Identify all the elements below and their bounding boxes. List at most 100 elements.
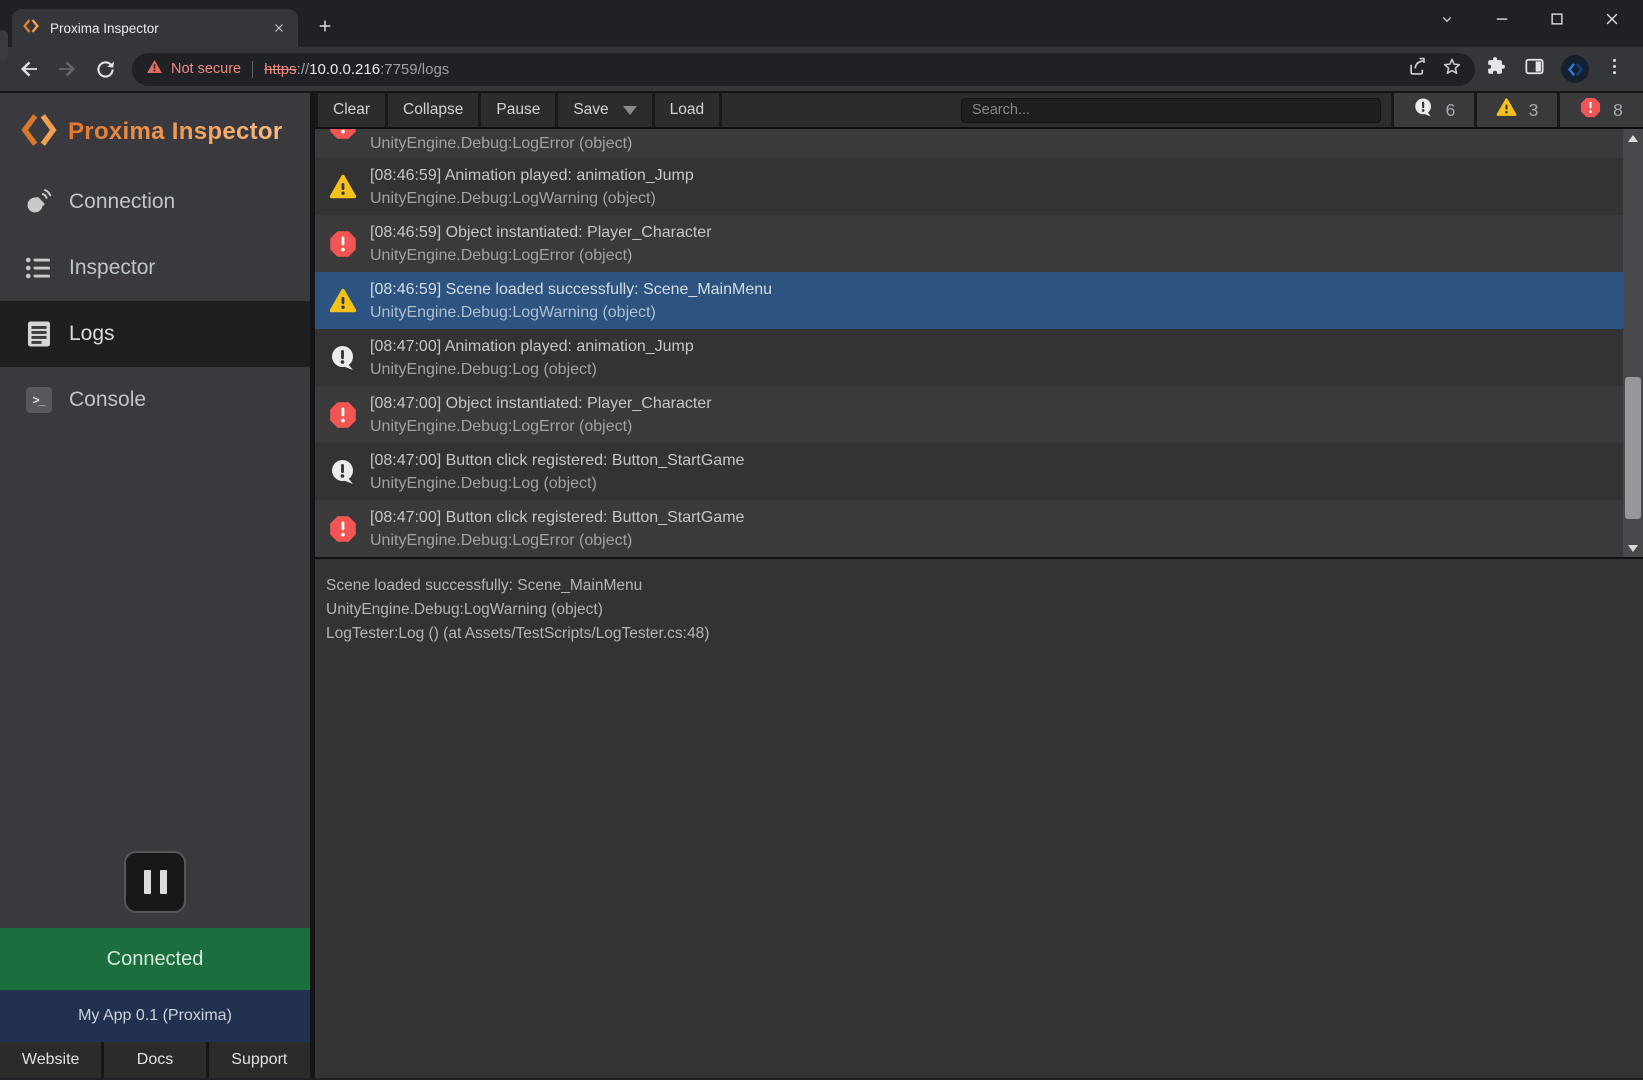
window-corner-notch (0, 30, 8, 60)
collapse-button[interactable]: Collapse (388, 93, 481, 127)
url-text[interactable]: https://10.0.0.216:7759/logs (264, 61, 1407, 78)
error-icon (329, 401, 357, 429)
url-separator: :// (297, 61, 310, 78)
log-row[interactable]: [08:46:59] Scene loaded successfully: Sc… (315, 272, 1643, 329)
list-icon (25, 254, 52, 282)
url-scheme: https (264, 61, 297, 78)
error-count: 8 (1613, 100, 1623, 121)
back-icon[interactable] (16, 56, 42, 82)
footer-link-docs[interactable]: Docs (104, 1042, 208, 1078)
forward-icon[interactable] (54, 56, 80, 82)
error-filter-button[interactable]: 8 (1560, 93, 1643, 127)
log-stacktrace: UnityEngine.Debug:LogError (object) (370, 132, 632, 155)
scrollbar-down-arrow[interactable] (1623, 540, 1643, 556)
clear-button[interactable]: Clear (315, 93, 388, 127)
error-octagon-icon (1580, 97, 1601, 123)
close-window-button[interactable] (1600, 7, 1624, 31)
tab-title: Proxima Inspector (50, 21, 270, 36)
proxima-inspector-app: Proxima Inspector Connection (0, 93, 1643, 1078)
pause-button[interactable]: Pause (481, 93, 558, 127)
info-filter-button[interactable]: 6 (1394, 93, 1477, 127)
proxima-logo-icon (20, 111, 58, 154)
log-row[interactable]: [08:47:00] Button click registered: Butt… (315, 500, 1643, 557)
log-entry-text: [08:47:00] Button click registered: Butt… (370, 506, 744, 552)
app-logo: Proxima Inspector (20, 109, 310, 155)
share-icon[interactable] (1407, 56, 1429, 83)
save-button[interactable]: Save (558, 93, 654, 127)
log-stacktrace: UnityEngine.Debug:LogError (object) (370, 529, 744, 552)
address-bar[interactable]: Not secure https://10.0.0.216:7759/logs (132, 53, 1475, 86)
sidebar-item-connection[interactable]: Connection (0, 169, 310, 235)
log-entry-text: [08:46:59] Object instantiated: Player_C… (370, 221, 712, 267)
omnibox-divider (252, 61, 253, 78)
save-dropdown-caret-icon[interactable] (623, 106, 637, 115)
favicon-proxima-icon (22, 17, 40, 40)
info-count: 6 (1446, 100, 1456, 121)
not-secure-warning-icon (146, 59, 163, 79)
log-row[interactable]: [08:47:00] Object instantiated: Player_C… (315, 386, 1643, 443)
warning-filter-button[interactable]: 3 (1477, 93, 1560, 127)
log-entry-text: UnityEngine.Debug:LogError (object) (370, 129, 632, 155)
log-stacktrace: UnityEngine.Debug:LogError (object) (370, 415, 712, 438)
not-secure-label[interactable]: Not secure (171, 61, 241, 77)
sidebar-item-logs[interactable]: Logs (0, 301, 310, 367)
log-stacktrace: UnityEngine.Debug:LogWarning (object) (370, 301, 772, 324)
sidebar-nav: Connection Inspector (0, 169, 310, 433)
footer-link-website[interactable]: Website (0, 1042, 104, 1078)
browser-toolbar: Not secure https://10.0.0.216:7759/logs (0, 47, 1643, 93)
warning-icon (329, 173, 357, 201)
pause-icon (160, 870, 167, 894)
log-entry-text: [08:46:59] Animation played: animation_J… (370, 164, 694, 210)
document-icon (25, 320, 52, 348)
search-zone (722, 93, 1394, 127)
browser-tab[interactable]: Proxima Inspector (12, 9, 298, 47)
log-message: [08:47:00] Object instantiated: Player_C… (370, 392, 712, 415)
minimize-button[interactable] (1490, 7, 1514, 31)
log-row[interactable]: [08:46:59] Animation played: animation_J… (315, 158, 1643, 215)
log-entry-text: [08:47:00] Object instantiated: Player_C… (370, 392, 712, 438)
sidebar-spacer (0, 433, 310, 851)
url-host: 10.0.0.216 (309, 61, 380, 78)
save-button-label: Save (573, 101, 608, 119)
log-entry-text: [08:47:00] Animation played: animation_J… (370, 335, 694, 381)
log-row[interactable]: [08:47:00] Button click registered: Butt… (315, 443, 1643, 500)
info-icon (329, 458, 357, 486)
search-input[interactable] (961, 98, 1381, 123)
maximize-button[interactable] (1545, 7, 1569, 31)
reload-icon[interactable] (92, 56, 118, 82)
extensions-puzzle-icon[interactable] (1485, 55, 1508, 83)
log-row[interactable]: [08:46:59] Object instantiated: Player_C… (315, 215, 1643, 272)
side-panel-icon[interactable] (1523, 55, 1546, 83)
tab-search-chevron-icon[interactable] (1435, 7, 1459, 31)
sidebar-item-console[interactable]: >_ Console (0, 367, 310, 433)
log-message: [08:46:59] Animation played: animation_J… (370, 164, 694, 187)
sidebar-item-inspector[interactable]: Inspector (0, 235, 310, 301)
url-path: :7759/logs (380, 61, 449, 78)
log-row[interactable]: UnityEngine.Debug:LogError (object) (315, 129, 1643, 158)
bookmark-star-icon[interactable] (1441, 56, 1463, 83)
sidebar-footer: Website Docs Support (0, 1042, 310, 1078)
scrollbar-thumb[interactable] (1625, 377, 1641, 519)
log-message: [08:47:00] Button click registered: Butt… (370, 449, 744, 472)
window-controls (1435, 7, 1624, 31)
browser-actions (1485, 55, 1625, 83)
log-message: [08:46:59] Scene loaded successfully: Sc… (370, 278, 772, 301)
log-stacktrace: UnityEngine.Debug:Log (object) (370, 472, 744, 495)
sidebar-item-label: Inspector (69, 256, 155, 280)
load-button[interactable]: Load (655, 93, 722, 127)
detail-line: UnityEngine.Debug:LogWarning (object) (326, 598, 1643, 622)
scrollbar-up-arrow[interactable] (1623, 130, 1643, 146)
info-bubble-icon (1413, 97, 1434, 123)
omnibox-actions (1407, 56, 1463, 83)
new-tab-button[interactable] (312, 13, 338, 39)
footer-link-support[interactable]: Support (209, 1042, 310, 1078)
warning-count: 3 (1529, 100, 1539, 121)
tab-close-icon[interactable] (270, 19, 288, 37)
pause-stream-button[interactable] (124, 851, 186, 913)
detail-line: LogTester:Log () (at Assets/TestScripts/… (326, 622, 1643, 646)
proxima-extension-icon[interactable] (1561, 55, 1589, 83)
browser-menu-kebab-icon[interactable] (1604, 56, 1625, 82)
log-detail-panel: Scene loaded successfully: Scene_MainMen… (315, 557, 1643, 1078)
log-scrollbar[interactable] (1623, 129, 1643, 557)
log-row[interactable]: [08:47:00] Animation played: animation_J… (315, 329, 1643, 386)
